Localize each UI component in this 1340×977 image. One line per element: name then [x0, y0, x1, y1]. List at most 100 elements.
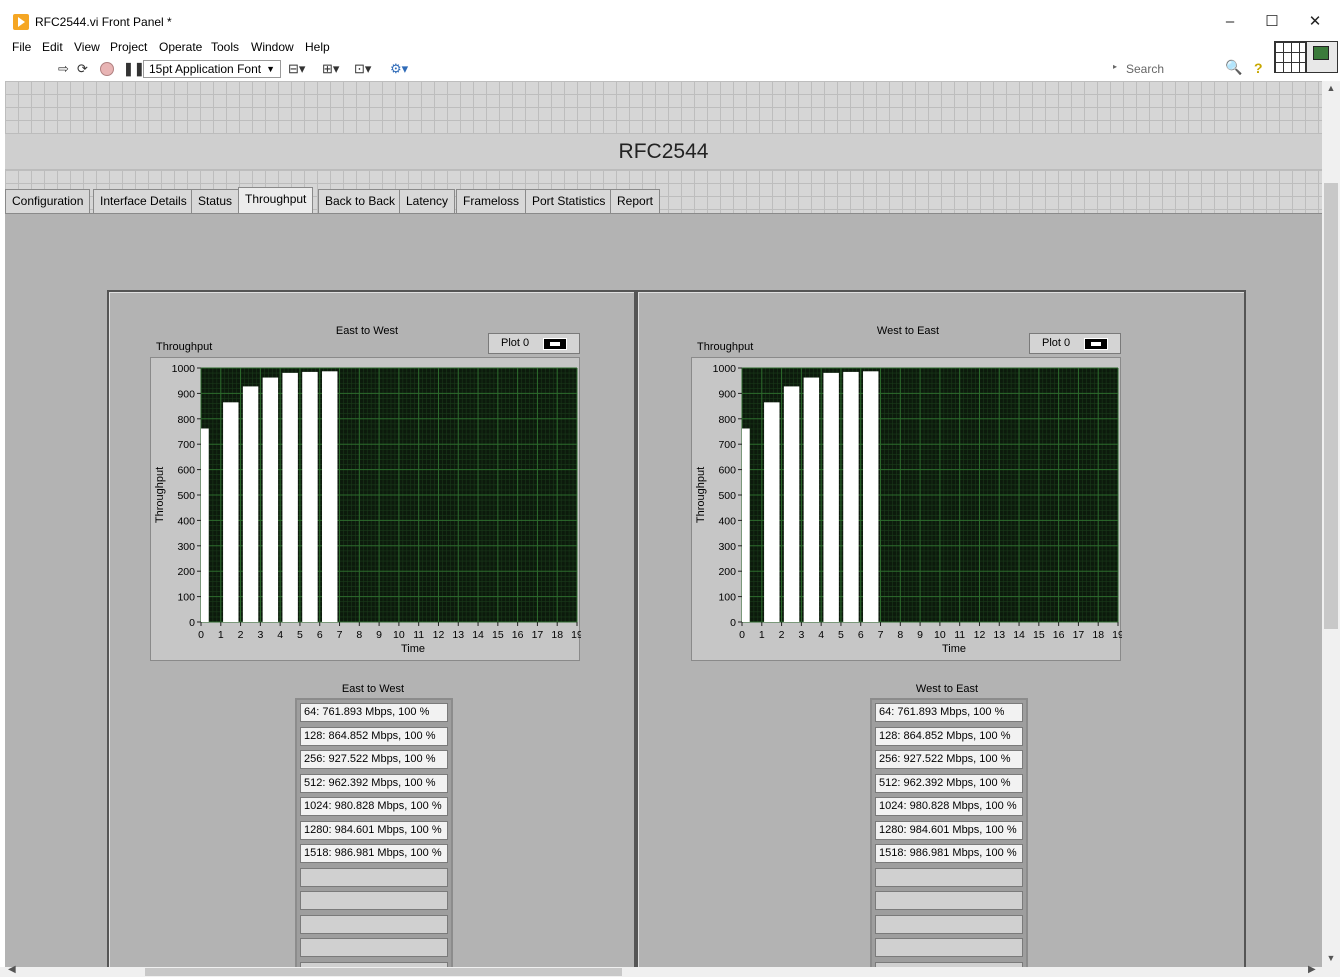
list-item[interactable] [300, 867, 448, 887]
x-tick-label: 2 [238, 629, 244, 641]
list-item[interactable]: 1024: 980.828 Mbps, 100 % [875, 797, 1023, 816]
y-tick-label: 600 [718, 465, 736, 477]
list-item[interactable]: 64: 761.893 Mbps, 100 % [300, 703, 448, 722]
bar [201, 428, 209, 622]
list-item[interactable] [875, 914, 1023, 934]
x-tick-label: 12 [433, 629, 445, 641]
tab-status[interactable]: Status [191, 189, 240, 213]
search-icon[interactable]: 🔍 [1225, 59, 1242, 76]
search-input[interactable]: ▸ Search 🔍 [1113, 59, 1249, 79]
horizontal-scrollbar[interactable]: ◀ ▶ [0, 964, 1340, 977]
list-item[interactable]: 128: 864.852 Mbps, 100 % [875, 726, 1023, 746]
close-button[interactable]: ✕ [1295, 8, 1335, 36]
scroll-thumb[interactable] [1324, 183, 1338, 629]
graph-plot: 010020030040050060070080090010000 1 2 3 4 5 6 7… [154, 363, 581, 655]
list-item[interactable]: 512: 962.392 Mbps, 100 % [300, 773, 448, 793]
list-item[interactable] [300, 891, 448, 910]
help-icon[interactable]: ? [1254, 60, 1263, 76]
legend-swatch [1084, 338, 1108, 350]
reorder-icon[interactable]: ⚙▾ [390, 61, 408, 77]
x-axis-label: Time [942, 643, 966, 655]
bar [302, 371, 318, 622]
tab-configuration[interactable]: Configuration [5, 189, 91, 213]
x-tick-label: 2 [779, 629, 785, 641]
list-item[interactable]: 256: 927.522 Mbps, 100 % [300, 750, 448, 769]
list-item[interactable] [875, 938, 1023, 957]
list-item[interactable]: 1024: 980.828 Mbps, 100 % [300, 797, 448, 816]
scroll-down-icon[interactable]: ▼ [1322, 953, 1340, 963]
plot-legend[interactable]: Plot 0 [1029, 333, 1121, 354]
vertical-scrollbar[interactable]: ▲ ▼ [1322, 81, 1340, 967]
scroll-up-icon[interactable]: ▲ [1322, 83, 1340, 93]
tab-report[interactable]: Report [610, 189, 661, 213]
scroll-right-icon[interactable]: ▶ [1308, 964, 1316, 975]
legend-label: Plot 0 [1042, 337, 1071, 349]
menu-help[interactable]: Help [305, 40, 330, 54]
labview-vi-icon [13, 14, 29, 30]
vi-icon[interactable] [1306, 41, 1338, 73]
list-item[interactable]: 256: 927.522 Mbps, 100 % [875, 750, 1023, 769]
x-axis-label: Time [401, 643, 425, 655]
west-to-east-graph[interactable]: 0 100 200 300 400 500 600 700 800 900 1000 0 1 2 3 4 5 6 7… [691, 357, 1122, 661]
tab-interface-details[interactable]: Interface Details [93, 189, 194, 213]
menu-file[interactable]: File [12, 40, 31, 54]
plot-legend[interactable]: Plot 0 [488, 333, 580, 354]
x-tick-label: 15 [492, 629, 504, 641]
list-item[interactable]: 1518: 986.981 Mbps, 100 % [875, 844, 1023, 863]
tab-frameloss[interactable]: Frameloss [456, 189, 527, 213]
run-arrow-icon[interactable]: ⇨ [58, 61, 69, 77]
y-axis-label: Throughput [154, 467, 166, 523]
tab-latency[interactable]: Latency [399, 189, 456, 213]
tab-throughput[interactable]: Throughput [238, 187, 314, 213]
menu-view[interactable]: View [74, 40, 100, 54]
run-continuously-icon[interactable]: ⟳ [77, 61, 88, 77]
scroll-left-icon[interactable]: ◀ [8, 964, 16, 975]
x-tick-label: 7 [878, 629, 884, 641]
tab-port-statistics[interactable]: Port Statistics [525, 189, 613, 213]
minimize-button[interactable]: – [1210, 8, 1250, 36]
menu-edit[interactable]: Edit [42, 40, 63, 54]
x-tick-label: 18 [551, 629, 563, 641]
graph-label: Throughput [156, 341, 213, 353]
pause-icon[interactable]: ❚❚ [123, 61, 145, 77]
x-tick-label: 11 [413, 629, 424, 641]
list-item[interactable]: 1518: 986.981 Mbps, 100 % [300, 844, 448, 863]
list-item[interactable]: 512: 962.392 Mbps, 100 % [875, 773, 1023, 793]
list-item[interactable]: 128: 864.852 Mbps, 100 % [300, 726, 448, 746]
east-to-west-graph[interactable]: 0 100 200 300 400 500 600 700 800 900 1000 0 1 2 3 4 5 6 7… [150, 357, 581, 661]
legend-label: Plot 0 [501, 337, 530, 349]
x-tick-label: 16 [512, 629, 524, 641]
west-to-east-results-list[interactable]: 64: 761.893 Mbps, 100 % 128: 864.852 Mbps… [870, 698, 1028, 967]
bar [282, 372, 298, 622]
scroll-thumb[interactable] [145, 968, 622, 976]
resize-objects-icon[interactable]: ⊡▾ [354, 61, 371, 77]
east-to-west-results-list[interactable]: 64: 761.893 Mbps, 100 % 128: 864.852 Mbps… [295, 698, 453, 967]
list-item[interactable] [300, 938, 448, 957]
y-tick-label: 200 [718, 566, 736, 578]
menu-tools[interactable]: Tools [211, 40, 239, 54]
bar [223, 402, 239, 622]
tab-back-to-back[interactable]: Back to Back [318, 189, 403, 213]
menu-operate[interactable]: Operate [159, 40, 202, 54]
connector-pane[interactable] [1274, 41, 1306, 73]
y-tick-label: 300 [177, 541, 195, 553]
distribute-objects-icon[interactable]: ⊞▾ [322, 61, 339, 77]
x-tick-label: 4 [818, 629, 824, 641]
list-item[interactable] [875, 867, 1023, 887]
maximize-button[interactable]: ☐ [1252, 8, 1292, 36]
list-item[interactable]: 1280: 984.601 Mbps, 100 % [875, 820, 1023, 840]
list-item[interactable]: 1280: 984.601 Mbps, 100 % [300, 820, 448, 840]
list-item[interactable]: 64: 761.893 Mbps, 100 % [875, 703, 1023, 722]
menu-project[interactable]: Project [110, 40, 147, 54]
font-select[interactable]: 15pt Application Font ▼ [143, 60, 281, 78]
align-objects-icon[interactable]: ⊟▾ [288, 61, 305, 77]
window-title: RFC2544.vi Front Panel * [35, 15, 172, 29]
bar [764, 402, 780, 622]
list-item[interactable] [875, 891, 1023, 910]
list-item[interactable] [300, 914, 448, 934]
font-select-value: 15pt Application Font [149, 62, 262, 76]
graph-label: Throughput [697, 341, 754, 353]
x-tick-label: 5 [297, 629, 303, 641]
abort-icon[interactable] [100, 62, 114, 76]
menu-window[interactable]: Window [251, 40, 294, 54]
